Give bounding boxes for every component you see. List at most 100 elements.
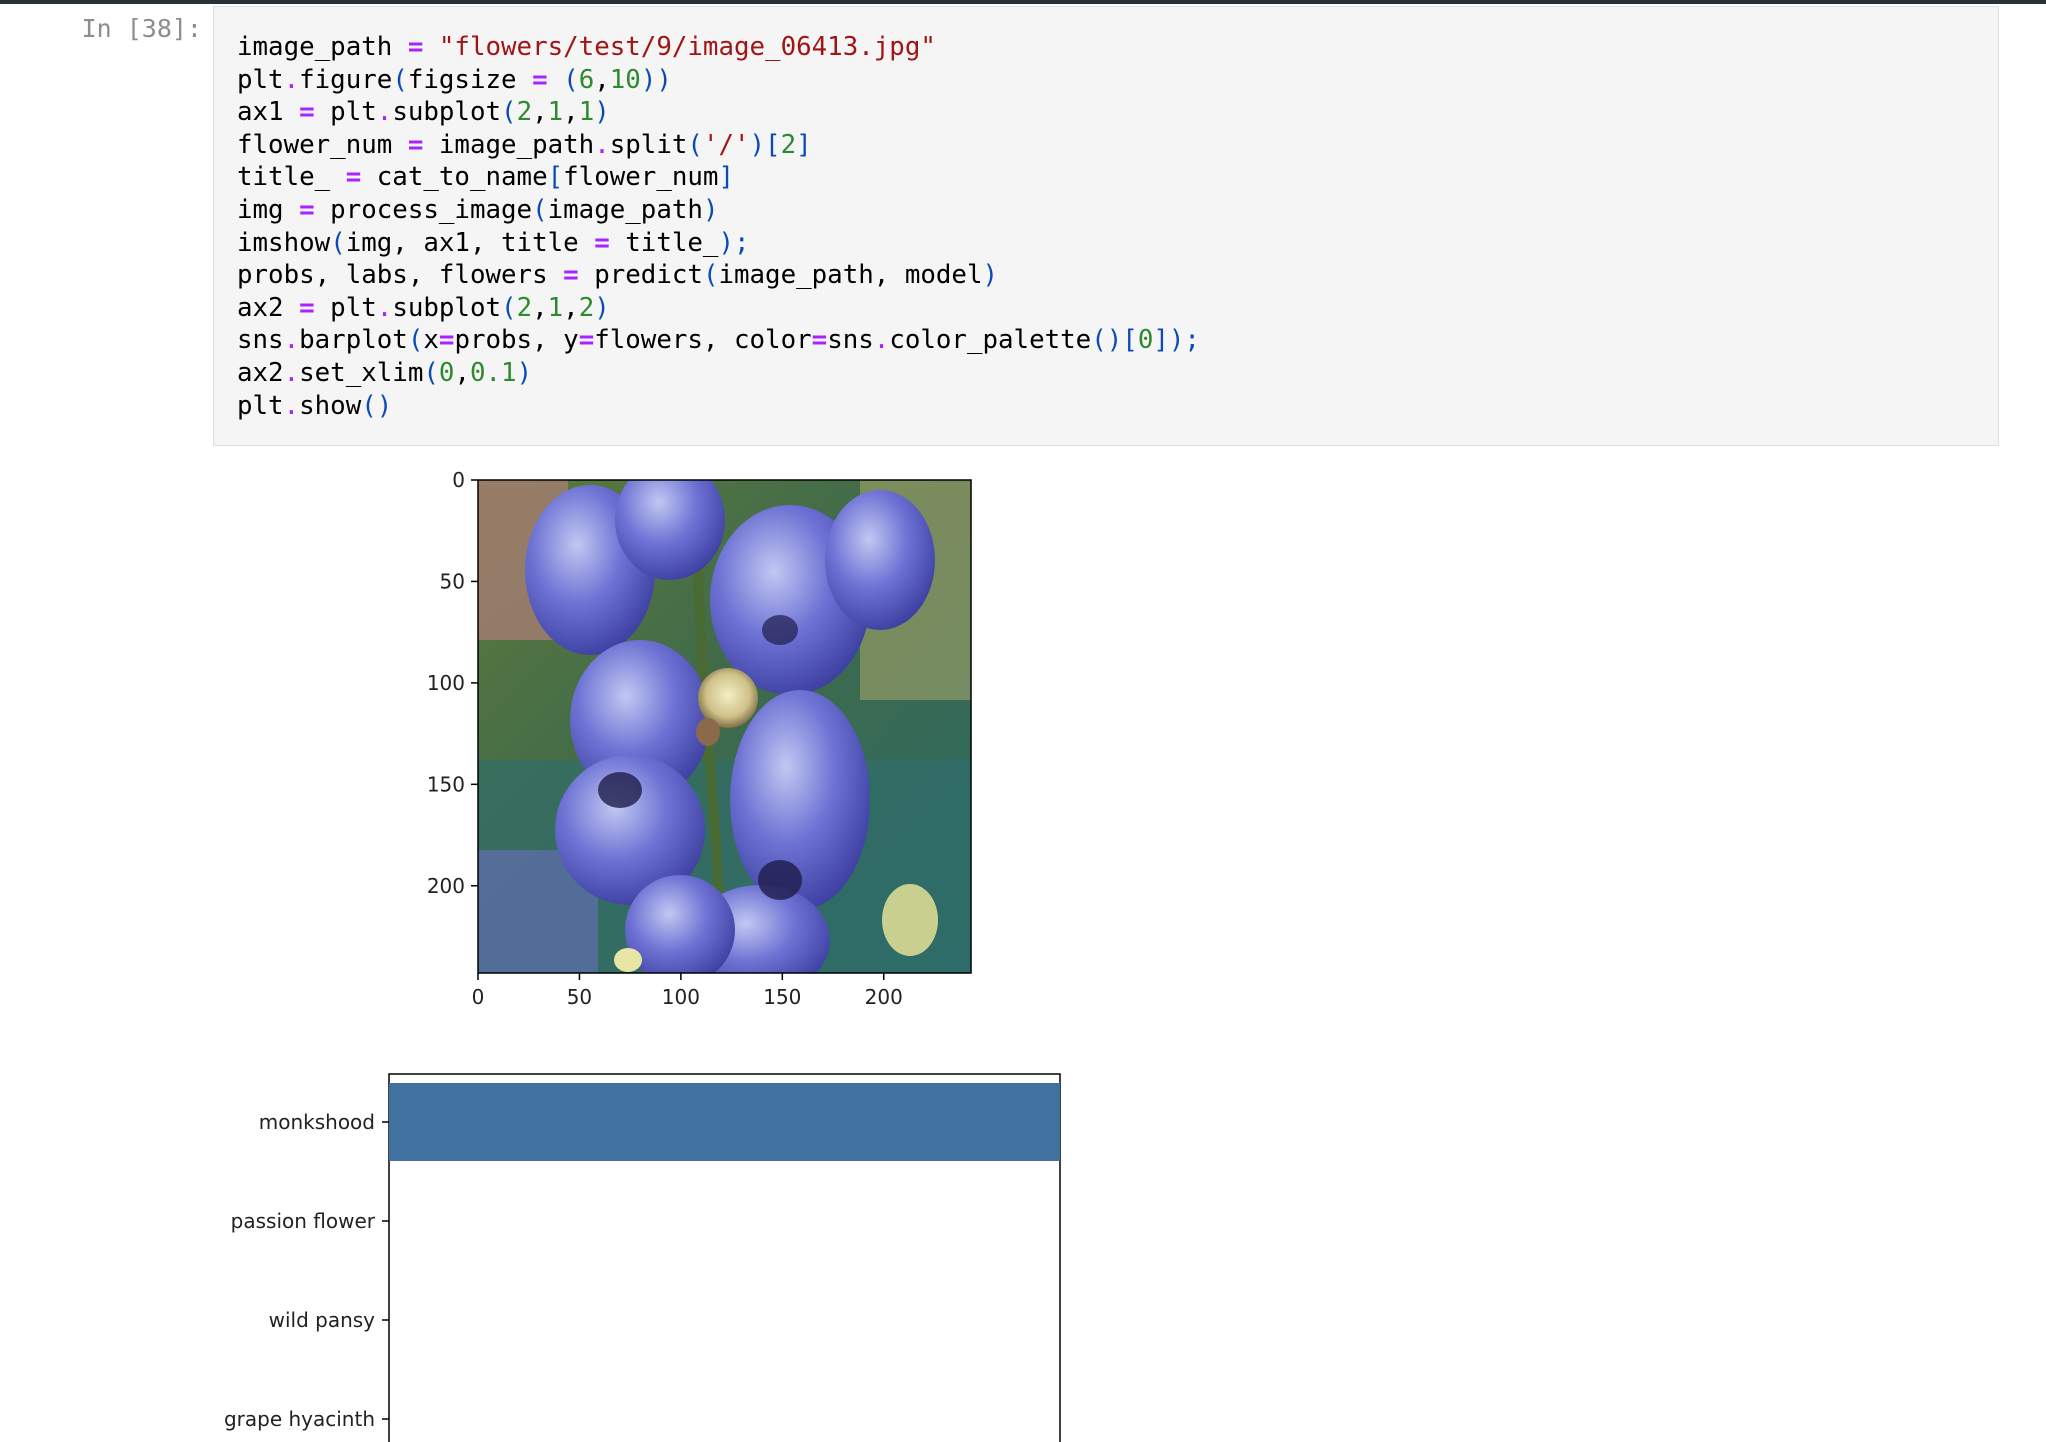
code-token: probs, labs, flowers — [237, 260, 564, 291]
code-token: 1 — [547, 292, 564, 323]
code-token: = — [299, 292, 315, 323]
code-token: 2 — [780, 129, 797, 160]
code-token: = — [563, 260, 579, 291]
code-token: = — [299, 97, 315, 128]
code-token: [ — [547, 162, 564, 193]
code-token: . — [283, 325, 300, 356]
code-token: "flowers/test/9/image_06413.jpg" — [438, 32, 936, 62]
code-token: = — [407, 129, 424, 160]
code-line: flower_num = image_path.split('/')[2] — [237, 129, 1200, 162]
code-line: ax2 = plt.subplot(2,1,2) — [237, 292, 1200, 325]
code-token: ( — [501, 292, 517, 323]
code-line: title_ = cat_to_name[flower_num] — [237, 161, 1200, 194]
code-token: , — [454, 357, 470, 388]
code-line: plt.show() — [237, 390, 1200, 423]
code-token: '/' — [702, 129, 750, 160]
flower-photo — [478, 480, 971, 973]
code-token: x — [423, 325, 439, 356]
code-token: 0 — [1137, 325, 1154, 356]
code-token: , — [563, 292, 579, 323]
image-y-tick-label: 150 — [427, 772, 465, 796]
code-token: )[ — [749, 129, 781, 160]
code-token: 6 — [578, 64, 595, 95]
code-token: probs, y — [454, 325, 579, 356]
code-token: ) — [702, 194, 719, 225]
code-token: ( — [702, 260, 719, 291]
code-token: ]); — [1153, 325, 1200, 356]
image-x-tick-label: 0 — [472, 985, 485, 1009]
code-token: ()[ — [1091, 325, 1138, 356]
category-axis: monkshood passion flower wild pansy grape h… — [224, 1110, 389, 1431]
image-x-tick-label: 200 — [865, 985, 903, 1009]
code-token: plt — [314, 97, 377, 128]
code-token: cat_to_name — [361, 162, 548, 193]
code-token: split — [609, 129, 688, 160]
code-token: img — [237, 194, 300, 225]
code-token: ax2 — [237, 357, 284, 388]
bar-series — [389, 1083, 1060, 1161]
image-y-ticks: 0 50 100 150 200 — [427, 470, 478, 898]
code-token: image_path — [237, 32, 408, 62]
category-label: wild pansy — [269, 1308, 376, 1332]
code-token: ) — [516, 357, 533, 388]
code-token: flower_num — [563, 162, 719, 193]
code-token: subplot — [392, 97, 502, 128]
code-token: 0 — [438, 357, 455, 388]
code-token: () — [361, 390, 393, 421]
code-token: = — [532, 64, 548, 95]
code-token: title_ — [237, 162, 346, 193]
code-token: figure — [299, 64, 393, 95]
code-token: . — [283, 357, 300, 388]
code-token: process_image — [314, 194, 533, 225]
code-token: = — [578, 325, 595, 356]
code-token: 2 — [516, 97, 533, 128]
code-line: img = process_image(image_path) — [237, 194, 1200, 227]
code-line: ax2.set_xlim(0,0.1) — [237, 357, 1200, 390]
code-token: . — [376, 97, 393, 128]
code-token: ] — [796, 129, 812, 160]
category-label: grape hyacinth — [224, 1407, 375, 1431]
code-line: sns.barplot(x=probs, y=flowers, color=sn… — [237, 324, 1200, 357]
code-line: imshow(img, ax1, title = title_); — [237, 227, 1200, 260]
code-token: . — [283, 390, 300, 421]
image-x-tick-label: 150 — [763, 985, 801, 1009]
code-token: = — [811, 325, 828, 356]
code-token: , — [532, 292, 548, 323]
code-token: imshow — [237, 227, 331, 258]
code-token: plt — [237, 64, 284, 95]
image-y-tick-label: 50 — [440, 569, 465, 593]
code-token: ( — [563, 64, 579, 95]
code-token: = — [299, 194, 315, 225]
cell-prompt: In [38]: — [81, 14, 202, 43]
code-token: flower_num — [237, 129, 408, 160]
code-token: sns — [827, 325, 874, 356]
code-token: = — [407, 32, 424, 62]
code-token: plt — [237, 390, 284, 421]
code-token: show — [299, 390, 362, 421]
code-token: , — [594, 64, 610, 95]
code-line: probs, labs, flowers = predict(image_pat… — [237, 259, 1200, 292]
code-token: image_path, model — [718, 260, 983, 291]
code-line: image_path = "flowers/test/9/image_06413… — [237, 31, 1200, 64]
code-line: ax1 = plt.subplot(2,1,1) — [237, 96, 1200, 129]
top-border — [0, 0, 2046, 4]
code-token: ) — [594, 97, 610, 128]
code-cell[interactable]: image_path = "flowers/test/9/image_06413… — [213, 6, 1999, 446]
code-token: 1 — [547, 97, 564, 128]
code-token: )) — [640, 64, 672, 95]
image-x-tick-label: 50 — [567, 985, 592, 1009]
code-token: , — [563, 97, 579, 128]
image-plot: 0 50 100 150 200 0 50 100 150 200 — [427, 470, 972, 1009]
code-token: title_ — [609, 227, 719, 258]
code-token: ); — [718, 227, 750, 258]
code-editor[interactable]: image_path = "flowers/test/9/image_06413… — [237, 31, 1200, 422]
code-token: ( — [687, 129, 703, 160]
code-token: 1 — [578, 97, 595, 128]
image-y-tick-label: 100 — [427, 671, 465, 695]
code-token: image_path — [547, 194, 703, 225]
code-token: = — [345, 162, 362, 193]
bar — [389, 1083, 1060, 1161]
image-x-tick-label: 100 — [662, 985, 700, 1009]
